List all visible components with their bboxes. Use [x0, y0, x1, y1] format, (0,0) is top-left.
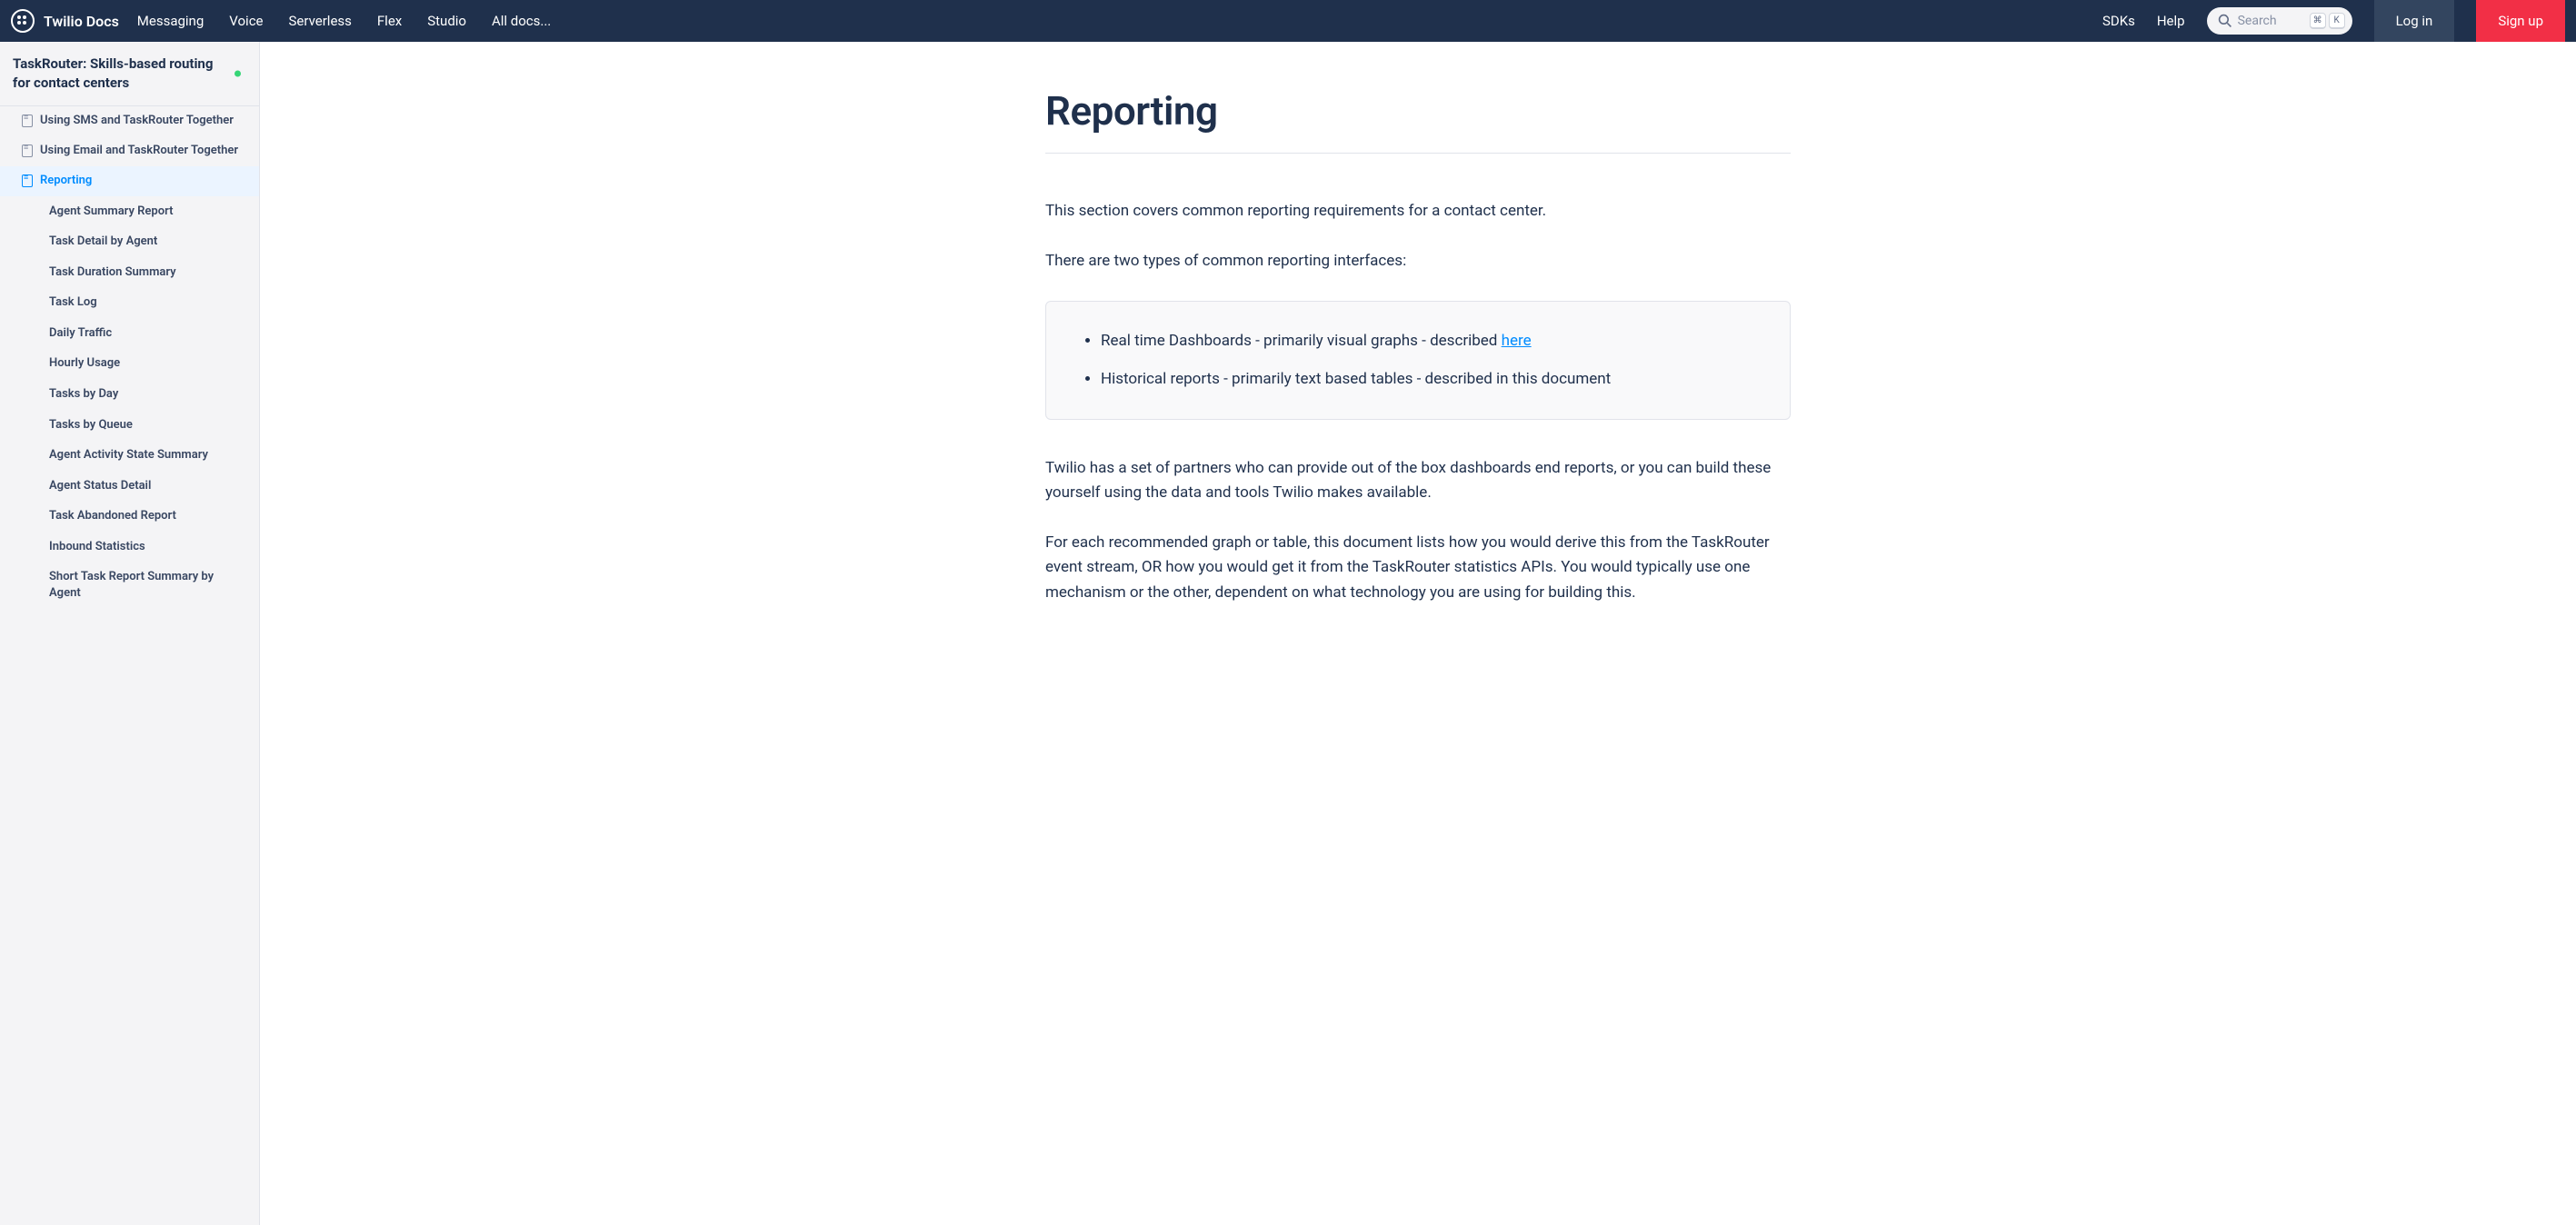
document-icon: [22, 115, 33, 127]
sidebar-subitem[interactable]: Agent Activity State Summary: [0, 440, 259, 471]
page-title: Reporting: [1045, 87, 1791, 154]
sidebar-subitem[interactable]: Tasks by Day: [0, 379, 259, 410]
main-content: Reporting This section covers common rep…: [260, 42, 2576, 1225]
login-button[interactable]: Log in: [2374, 0, 2455, 42]
sidebar-subitem[interactable]: Daily Traffic: [0, 318, 259, 349]
sidebar-subitem[interactable]: Short Task Report Summary by Agent: [0, 562, 259, 608]
search-input[interactable]: Search ⌘ K: [2207, 7, 2352, 35]
sidebar-subitem[interactable]: Inbound Statistics: [0, 532, 259, 563]
sidebar-item[interactable]: Using SMS and TaskRouter Together: [0, 106, 259, 136]
sidebar-title[interactable]: TaskRouter: Skills-based routing for con…: [0, 42, 259, 106]
paragraph: For each recommended graph or table, thi…: [1045, 531, 1791, 605]
sidebar-title-text: TaskRouter: Skills-based routing for con…: [13, 55, 213, 91]
nav-link-studio[interactable]: Studio: [427, 13, 466, 29]
key-cmd: ⌘: [2310, 13, 2326, 29]
twilio-logo-icon: [11, 9, 35, 33]
signup-button[interactable]: Sign up: [2476, 0, 2565, 42]
bullet-text: Real time Dashboards - primarily visual …: [1101, 332, 1502, 350]
sidebar-item-label: Using SMS and TaskRouter Together: [40, 114, 234, 129]
sidebar-subitem[interactable]: Task Abandoned Report: [0, 501, 259, 532]
nav-link-voice[interactable]: Voice: [229, 13, 263, 29]
sidebar-subitem[interactable]: Agent Status Detail: [0, 471, 259, 502]
document-icon: [22, 174, 33, 187]
callout-box: Real time Dashboards - primarily visual …: [1045, 301, 1791, 419]
sidebar-subitem[interactable]: Hourly Usage: [0, 348, 259, 379]
layout: TaskRouter: Skills-based routing for con…: [0, 42, 2576, 1225]
search-shortcut: ⌘ K: [2310, 13, 2345, 29]
document-icon: [22, 144, 33, 157]
paragraph: This section covers common reporting req…: [1045, 199, 1791, 224]
sidebar-item[interactable]: Reporting: [0, 166, 259, 196]
sidebar-subitem[interactable]: Tasks by Queue: [0, 410, 259, 441]
sidebar-item-label: Reporting: [40, 174, 92, 189]
nav-right: SDKs Help Search ⌘ K Log in Sign up: [2102, 0, 2565, 42]
nav-link-sdks[interactable]: SDKs: [2102, 13, 2135, 29]
list-item: Historical reports - primarily text base…: [1101, 367, 1753, 392]
brand-text: Twilio Docs: [44, 13, 119, 30]
paragraph: There are two types of common reporting …: [1045, 249, 1791, 274]
sidebar: TaskRouter: Skills-based routing for con…: [0, 42, 260, 1225]
key-k: K: [2329, 13, 2345, 29]
nav-link-serverless[interactable]: Serverless: [289, 13, 352, 29]
brand[interactable]: Twilio Docs: [11, 9, 137, 33]
search-icon: [2218, 14, 2232, 28]
sidebar-subitem[interactable]: Agent Summary Report: [0, 196, 259, 227]
sidebar-subitem[interactable]: Task Detail by Agent: [0, 226, 259, 257]
nav-link-messaging[interactable]: Messaging: [137, 13, 204, 29]
nav-link-help[interactable]: Help: [2157, 13, 2185, 29]
search-placeholder: Search: [2238, 14, 2304, 28]
here-link[interactable]: here: [1502, 332, 1532, 350]
nav-link-all-docs[interactable]: All docs...: [492, 13, 551, 29]
status-dot-icon: [235, 71, 241, 77]
sidebar-subitem[interactable]: Task Log: [0, 287, 259, 318]
sidebar-item[interactable]: Using Email and TaskRouter Together: [0, 136, 259, 166]
sidebar-item-label: Using Email and TaskRouter Together: [40, 144, 238, 159]
paragraph: Twilio has a set of partners who can pro…: [1045, 456, 1791, 505]
top-nav: Twilio Docs Messaging Voice Serverless F…: [0, 0, 2576, 42]
sidebar-subitem[interactable]: Task Duration Summary: [0, 257, 259, 288]
nav-links: Messaging Voice Serverless Flex Studio A…: [137, 13, 551, 29]
nav-link-flex[interactable]: Flex: [377, 13, 402, 29]
list-item: Real time Dashboards - primarily visual …: [1101, 329, 1753, 354]
